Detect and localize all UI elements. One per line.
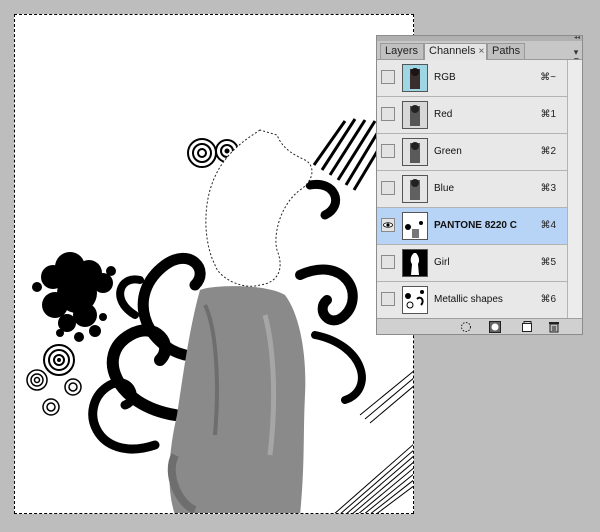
new-channel-icon[interactable] <box>519 320 535 333</box>
channel-thumbnail <box>402 249 428 277</box>
tab-label: Layers <box>385 45 419 57</box>
channel-list-scrollbar[interactable] <box>567 60 582 318</box>
hatch-pattern <box>334 370 413 513</box>
visibility-toggle[interactable] <box>381 292 395 306</box>
channel-name: Red <box>434 109 453 120</box>
channel-row-red[interactable]: Red ⌘1 <box>377 97 582 134</box>
channel-name: Blue <box>434 183 455 194</box>
channel-name: Green <box>434 146 462 157</box>
tab-paths[interactable]: Paths <box>487 43 525 59</box>
load-selection-icon[interactable] <box>458 320 474 333</box>
tab-label: Paths <box>492 45 521 57</box>
ink-blob-cluster <box>32 252 116 342</box>
visibility-toggle[interactable] <box>381 255 395 269</box>
diagonal-stripes <box>312 118 383 191</box>
channel-shortcut: ⌘~ <box>540 72 556 83</box>
channel-row-girl[interactable]: Girl ⌘5 <box>377 245 582 282</box>
tab-channels[interactable]: Channels × <box>424 43 487 60</box>
close-tab-icon[interactable]: × <box>478 46 484 57</box>
visibility-toggle[interactable] <box>381 144 395 158</box>
channel-shortcut: ⌘5 <box>540 257 556 268</box>
channel-row-green[interactable]: Green ⌘2 <box>377 134 582 171</box>
channel-shortcut: ⌘2 <box>540 146 556 157</box>
visibility-toggle[interactable] <box>381 181 395 195</box>
channel-shortcut: ⌘4 <box>540 220 556 231</box>
channel-thumbnail <box>402 286 428 314</box>
channel-thumbnail <box>402 101 428 129</box>
channel-row-metallic-shapes[interactable]: Metallic shapes ⌘6 <box>377 282 582 319</box>
channel-shortcut: ⌘3 <box>540 183 556 194</box>
channel-row-pantone-8220-c[interactable]: PANTONE 8220 C ⌘4 <box>377 208 582 245</box>
channel-row-blue[interactable]: Blue ⌘3 <box>377 171 582 208</box>
panel-tabs: Layers Channels× Paths ▾≡ <box>377 41 582 65</box>
tab-layers[interactable]: Layers <box>380 43 424 59</box>
panel-footer <box>377 318 582 334</box>
channel-name: Metallic shapes <box>434 294 503 305</box>
channel-thumbnail <box>402 138 428 166</box>
visibility-toggle[interactable] <box>381 107 395 121</box>
save-selection-icon[interactable] <box>487 320 503 333</box>
artwork <box>26 118 413 513</box>
channel-row-rgb[interactable]: RGB ⌘~ <box>377 60 582 97</box>
delete-channel-icon[interactable] <box>546 320 562 333</box>
channel-thumbnail <box>402 175 428 203</box>
channel-name: RGB <box>434 72 456 83</box>
visibility-toggle[interactable] <box>381 70 395 84</box>
channel-name: PANTONE 8220 C <box>434 220 517 231</box>
tab-label: Channels <box>429 45 476 57</box>
channels-panel: ◂◂ Layers Channels× Paths ▾≡ RGB ⌘~ <box>376 35 583 335</box>
channel-shortcut: ⌘6 <box>540 294 556 305</box>
channel-thumbnail <box>402 64 428 92</box>
channel-name: Girl <box>434 257 450 268</box>
channel-thumbnail <box>402 212 428 240</box>
document-canvas[interactable] <box>14 14 414 514</box>
eye-icon <box>383 222 393 228</box>
channel-shortcut: ⌘1 <box>540 109 556 120</box>
visibility-toggle[interactable] <box>381 218 395 232</box>
girl-figure <box>167 129 313 513</box>
